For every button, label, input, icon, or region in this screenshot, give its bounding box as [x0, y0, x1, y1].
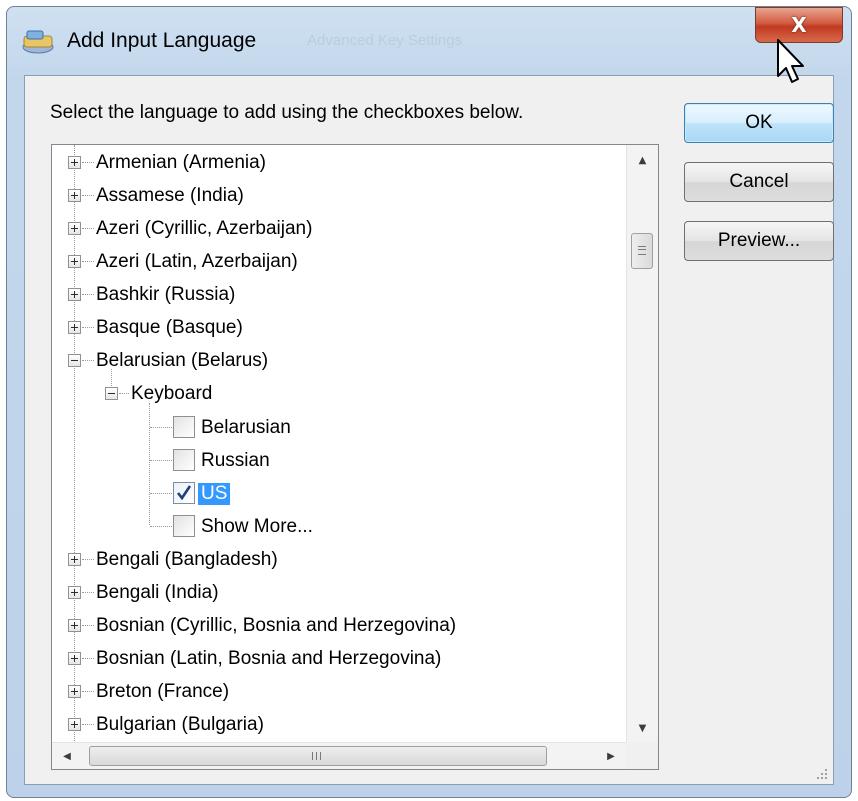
- checkbox[interactable]: [173, 416, 195, 438]
- add-input-language-dialog: Advanced Key Settings Add Input Language…: [6, 6, 852, 798]
- language-label: Bulgarian (Bulgaria): [96, 713, 264, 735]
- language-label: Breton (France): [96, 680, 230, 702]
- checkmark-icon: [176, 485, 192, 501]
- scrollbar-corner: [626, 742, 658, 769]
- scroll-left-arrow-icon[interactable]: ◀: [52, 743, 82, 769]
- language-label: Armenian (Armenia): [96, 151, 266, 173]
- tree-connector: [82, 724, 94, 725]
- keyboard-option-label: Russian: [201, 449, 270, 471]
- expand-icon[interactable]: [68, 222, 81, 235]
- expand-icon[interactable]: [68, 189, 81, 202]
- expand-icon[interactable]: [68, 586, 81, 599]
- language-label: Basque (Basque): [96, 316, 243, 338]
- instruction-text: Select the language to add using the che…: [50, 102, 524, 123]
- checkbox[interactable]: [173, 449, 195, 471]
- scroll-down-arrow-icon[interactable]: ▼: [627, 713, 658, 743]
- expand-icon[interactable]: [68, 553, 81, 566]
- language-label: Assamese (India): [96, 184, 244, 206]
- scroll-right-arrow-icon[interactable]: ▶: [596, 743, 626, 769]
- collapse-icon[interactable]: [105, 387, 118, 400]
- language-label: Bosnian (Cyrillic, Bosnia and Herzegovin…: [96, 614, 457, 636]
- cancel-button[interactable]: Cancel: [684, 162, 834, 202]
- dialog-title: Add Input Language: [67, 29, 257, 52]
- tree-connector: [82, 360, 94, 361]
- tree-branch-line: [149, 403, 150, 525]
- title-bar[interactable]: Advanced Key Settings Add Input Language…: [7, 7, 851, 69]
- expand-icon[interactable]: [68, 288, 81, 301]
- language-label: Bosnian (Latin, Bosnia and Herzegovina): [96, 647, 442, 669]
- vertical-scroll-thumb[interactable]: [631, 233, 653, 269]
- tree-connector: [150, 493, 172, 494]
- tree-connector: [82, 691, 94, 692]
- language-label: Bengali (Bangladesh): [96, 548, 278, 570]
- language-tree[interactable]: Armenian (Armenia) Assamese (India) Azer…: [51, 144, 659, 770]
- expand-icon[interactable]: [68, 652, 81, 665]
- checkbox-checked[interactable]: [173, 482, 195, 504]
- tree-connector: [82, 162, 94, 163]
- tree-connector: [82, 228, 94, 229]
- expand-icon[interactable]: [68, 321, 81, 334]
- horizontal-scrollbar[interactable]: ◀ ▶: [52, 742, 626, 769]
- keyboard-icon: [22, 30, 54, 54]
- background-window-title: Advanced Key Settings: [307, 32, 463, 49]
- keyboard-option-label-selected: US: [198, 482, 231, 505]
- keyboard-label: Keyboard: [131, 382, 213, 404]
- tree-connector: [82, 592, 94, 593]
- tree-content: Armenian (Armenia) Assamese (India) Azer…: [52, 145, 626, 743]
- keyboard-option-label: Show More...: [201, 515, 313, 537]
- keyboard-option-label: Belarusian: [201, 416, 291, 438]
- language-label: Belarusian (Belarus): [96, 349, 269, 371]
- tree-connector: [150, 460, 172, 461]
- tree-connector: [119, 393, 129, 394]
- language-label: Bashkir (Russia): [96, 283, 236, 305]
- expand-icon[interactable]: [68, 156, 81, 169]
- vertical-scrollbar[interactable]: ▲ ▼: [626, 145, 658, 743]
- preview-button[interactable]: Preview...: [684, 221, 834, 261]
- language-label: Azeri (Latin, Azerbaijan): [96, 250, 298, 272]
- language-label: Azeri (Cyrillic, Azerbaijan): [96, 217, 313, 239]
- tree-connector: [150, 526, 172, 527]
- language-label: Bengali (India): [96, 581, 219, 603]
- horizontal-scroll-thumb[interactable]: [89, 746, 547, 766]
- tree-connector: [82, 294, 94, 295]
- tree-connector: [82, 559, 94, 560]
- mouse-cursor-icon: [777, 39, 804, 83]
- ok-button[interactable]: OK: [684, 103, 834, 143]
- collapse-icon[interactable]: [68, 354, 81, 367]
- dialog-body: Select the language to add using the che…: [24, 75, 834, 785]
- tree-connector: [82, 658, 94, 659]
- scroll-up-arrow-icon[interactable]: ▲: [627, 145, 658, 175]
- tree-connector: [82, 625, 94, 626]
- expand-icon[interactable]: [68, 685, 81, 698]
- resize-grip-icon[interactable]: [815, 767, 829, 781]
- tree-connector: [150, 427, 172, 428]
- expand-icon[interactable]: [68, 718, 81, 731]
- tree-connector: [82, 261, 94, 262]
- expand-icon[interactable]: [68, 619, 81, 632]
- tree-connector: [82, 195, 94, 196]
- expand-icon[interactable]: [68, 255, 81, 268]
- tree-connector: [82, 327, 94, 328]
- checkbox[interactable]: [173, 515, 195, 537]
